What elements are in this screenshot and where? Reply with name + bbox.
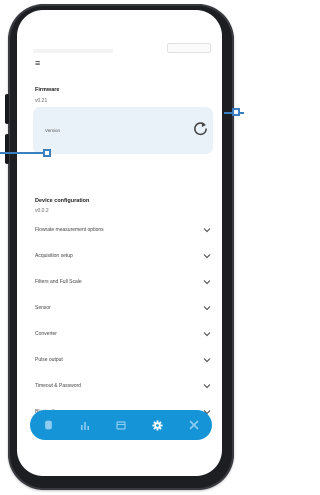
config-item-converter[interactable]: Converter xyxy=(33,321,217,347)
config-list: Flowrate measurement options Acquisition… xyxy=(33,217,217,425)
gear-icon xyxy=(152,419,163,431)
volume-button xyxy=(5,134,9,164)
callout-marker-right xyxy=(232,108,240,116)
device-config-title: Device configuration xyxy=(35,198,90,204)
callout-marker-left xyxy=(43,149,51,157)
chevron-down-icon xyxy=(203,332,211,337)
calendar-icon xyxy=(116,421,126,430)
tab-database[interactable] xyxy=(40,417,56,433)
chevron-down-icon xyxy=(203,280,211,285)
list-item-label: Acquisition setup xyxy=(35,253,73,259)
list-item-label: Filters and Full Scale xyxy=(35,279,82,285)
config-item-sensor[interactable]: Sensor xyxy=(33,295,217,321)
config-item-acquisition[interactable]: Acquisition setup xyxy=(33,243,217,269)
list-item-label: Timeout & Password xyxy=(35,383,81,389)
phone-screen: ≡ Firmware v0.21 Version Device configur… xyxy=(17,10,222,476)
firmware-version-card: Version xyxy=(33,107,213,154)
tab-settings[interactable] xyxy=(149,417,165,433)
device-config-version: v0.0.2 xyxy=(35,208,49,214)
tab-charts[interactable] xyxy=(77,417,93,433)
list-item-label: Sensor xyxy=(35,305,51,311)
chevron-down-icon xyxy=(203,358,211,363)
chevron-down-icon xyxy=(203,384,211,389)
bar-chart-icon xyxy=(80,421,89,430)
database-icon xyxy=(44,420,52,430)
list-item-label: Flowrate measurement options xyxy=(35,227,104,233)
firmware-title: Firmware xyxy=(35,87,60,93)
search-field[interactable] xyxy=(167,43,211,53)
firmware-version: v0.21 xyxy=(35,98,48,104)
callout-line-left xyxy=(0,152,44,154)
volume-button xyxy=(5,94,9,124)
config-item-flowrate[interactable]: Flowrate measurement options xyxy=(33,217,217,243)
chevron-down-icon xyxy=(203,254,211,259)
config-item-timeout-password[interactable]: Timeout & Password xyxy=(33,373,217,399)
bottom-tab-bar xyxy=(30,410,212,440)
status-bar-left xyxy=(33,49,113,53)
hamburger-menu-icon[interactable]: ≡ xyxy=(35,59,40,68)
config-item-pulse-output[interactable]: Pulse output xyxy=(33,347,217,373)
refresh-icon[interactable] xyxy=(192,120,209,137)
tab-tools[interactable] xyxy=(186,417,202,433)
version-label: Version xyxy=(45,128,61,133)
chevron-down-icon xyxy=(203,306,211,311)
chevron-down-icon xyxy=(203,228,211,233)
list-item-label: Pulse output xyxy=(35,357,63,363)
config-item-filters[interactable]: Filters and Full Scale xyxy=(33,269,217,295)
tab-calendar[interactable] xyxy=(113,417,129,433)
list-item-label: Converter xyxy=(35,331,57,337)
tools-icon xyxy=(189,420,199,430)
